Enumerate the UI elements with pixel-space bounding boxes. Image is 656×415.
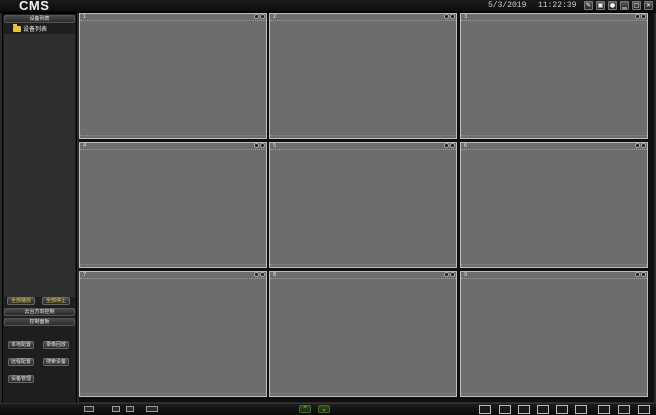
channel-number: 5 bbox=[273, 143, 277, 149]
video-cell-9[interactable]: 9 bbox=[460, 271, 648, 397]
video-cell-6[interactable]: 6 bbox=[460, 142, 648, 268]
video-grid: 1 2 3 4 5 6 7 8 9 bbox=[79, 13, 654, 402]
layout-1-icon[interactable] bbox=[499, 405, 511, 414]
minimize-icon[interactable]: ▁ bbox=[620, 1, 629, 10]
device-tree-root[interactable]: 设备列表 bbox=[13, 23, 48, 33]
ptz-control-header[interactable]: 云台方向控制 bbox=[4, 308, 75, 316]
close-channel-icon[interactable] bbox=[641, 143, 646, 148]
layout-9-icon[interactable] bbox=[537, 405, 549, 414]
remote-config-button[interactable]: 远程配置 bbox=[8, 358, 34, 366]
video-cell-2[interactable]: 2 bbox=[269, 13, 457, 139]
snapshot-icon[interactable] bbox=[112, 406, 120, 412]
layout-25-icon[interactable] bbox=[618, 405, 630, 414]
fullscreen-icon[interactable] bbox=[479, 405, 491, 414]
close-channel-icon[interactable] bbox=[450, 14, 455, 19]
record-icon[interactable] bbox=[254, 143, 259, 148]
record-icon[interactable] bbox=[444, 272, 449, 277]
app-title: CMS bbox=[19, 0, 50, 13]
close-channel-icon[interactable] bbox=[260, 143, 265, 148]
page-up-button[interactable]: ⌃ bbox=[299, 405, 311, 413]
window-controls: ✎ ▣ ● ▁ □ ✕ bbox=[584, 1, 653, 10]
record-icon[interactable] bbox=[444, 14, 449, 19]
video-cell-7[interactable]: 7 bbox=[79, 271, 267, 397]
layout-13-icon[interactable] bbox=[575, 405, 587, 414]
bottom-toolbar: ⌃ ⌄ bbox=[0, 403, 656, 415]
record-icon[interactable] bbox=[254, 14, 259, 19]
record-icon[interactable] bbox=[444, 143, 449, 148]
channel-number: 2 bbox=[273, 14, 277, 20]
date-display: 5/3/2019 bbox=[488, 1, 527, 10]
channel-number: 7 bbox=[83, 272, 87, 278]
close-channel-icon[interactable] bbox=[641, 14, 646, 19]
video-cell-4[interactable]: 4 bbox=[79, 142, 267, 268]
close-channel-icon[interactable] bbox=[641, 272, 646, 277]
layout-4-icon[interactable] bbox=[518, 405, 530, 414]
record-icon[interactable] bbox=[635, 272, 640, 277]
channel-number: 1 bbox=[83, 14, 87, 20]
start-all-button[interactable]: 全部播放 bbox=[7, 297, 35, 305]
record-icon[interactable] bbox=[635, 14, 640, 19]
video-cell-1[interactable]: 1 bbox=[79, 13, 267, 139]
close-channel-icon[interactable] bbox=[450, 272, 455, 277]
close-channel-icon[interactable] bbox=[260, 14, 265, 19]
page-down-button[interactable]: ⌄ bbox=[318, 405, 330, 413]
close-icon[interactable]: ✕ bbox=[644, 1, 653, 10]
record-icon[interactable] bbox=[254, 272, 259, 277]
channel-number: 8 bbox=[273, 272, 277, 278]
channel-number: 3 bbox=[464, 14, 468, 20]
layout-10-icon[interactable] bbox=[556, 405, 568, 414]
channel-number: 6 bbox=[464, 143, 468, 149]
local-config-button[interactable]: 本地配置 bbox=[8, 341, 34, 349]
tree-root-label: 设备列表 bbox=[23, 26, 48, 33]
volume-icon[interactable] bbox=[146, 406, 158, 412]
sidebar: 设备列表 设备列表 全部播放 全部停止 云台方向控制 控制面板 本地配置 录像回… bbox=[2, 13, 77, 404]
channel-number: 9 bbox=[464, 272, 468, 278]
stop-all-button[interactable]: 全部停止 bbox=[42, 297, 70, 305]
layout-36-icon[interactable] bbox=[638, 405, 650, 414]
device-manage-button[interactable]: 设备管理 bbox=[8, 375, 34, 383]
maximize-icon[interactable]: □ bbox=[632, 1, 641, 10]
close-channel-icon[interactable] bbox=[450, 143, 455, 148]
device-tree-area[interactable] bbox=[4, 34, 75, 297]
search-device-button[interactable]: 搜索设备 bbox=[43, 358, 69, 366]
zoom-icon[interactable] bbox=[84, 406, 94, 412]
channel-number: 4 bbox=[83, 143, 87, 149]
title-bar: CMS 5/3/2019 11:22:39 ✎ ▣ ● ▁ □ ✕ bbox=[0, 0, 656, 13]
playback-button[interactable]: 录像回放 bbox=[43, 341, 69, 349]
video-cell-5[interactable]: 5 bbox=[269, 142, 457, 268]
layout-16-icon[interactable] bbox=[598, 405, 610, 414]
time-display: 11:22:39 bbox=[538, 1, 577, 10]
record-icon[interactable] bbox=[635, 143, 640, 148]
video-cell-3[interactable]: 3 bbox=[460, 13, 648, 139]
microphone-icon[interactable] bbox=[126, 406, 134, 412]
edit-icon[interactable]: ✎ bbox=[584, 1, 593, 10]
device-list-header[interactable]: 设备列表 bbox=[4, 15, 75, 23]
folder-icon bbox=[13, 23, 21, 32]
control-panel-header[interactable]: 控制面板 bbox=[4, 318, 75, 326]
lock-icon[interactable]: ▣ bbox=[596, 1, 605, 10]
close-channel-icon[interactable] bbox=[260, 272, 265, 277]
video-cell-8[interactable]: 8 bbox=[269, 271, 457, 397]
user-icon[interactable]: ● bbox=[608, 1, 617, 10]
